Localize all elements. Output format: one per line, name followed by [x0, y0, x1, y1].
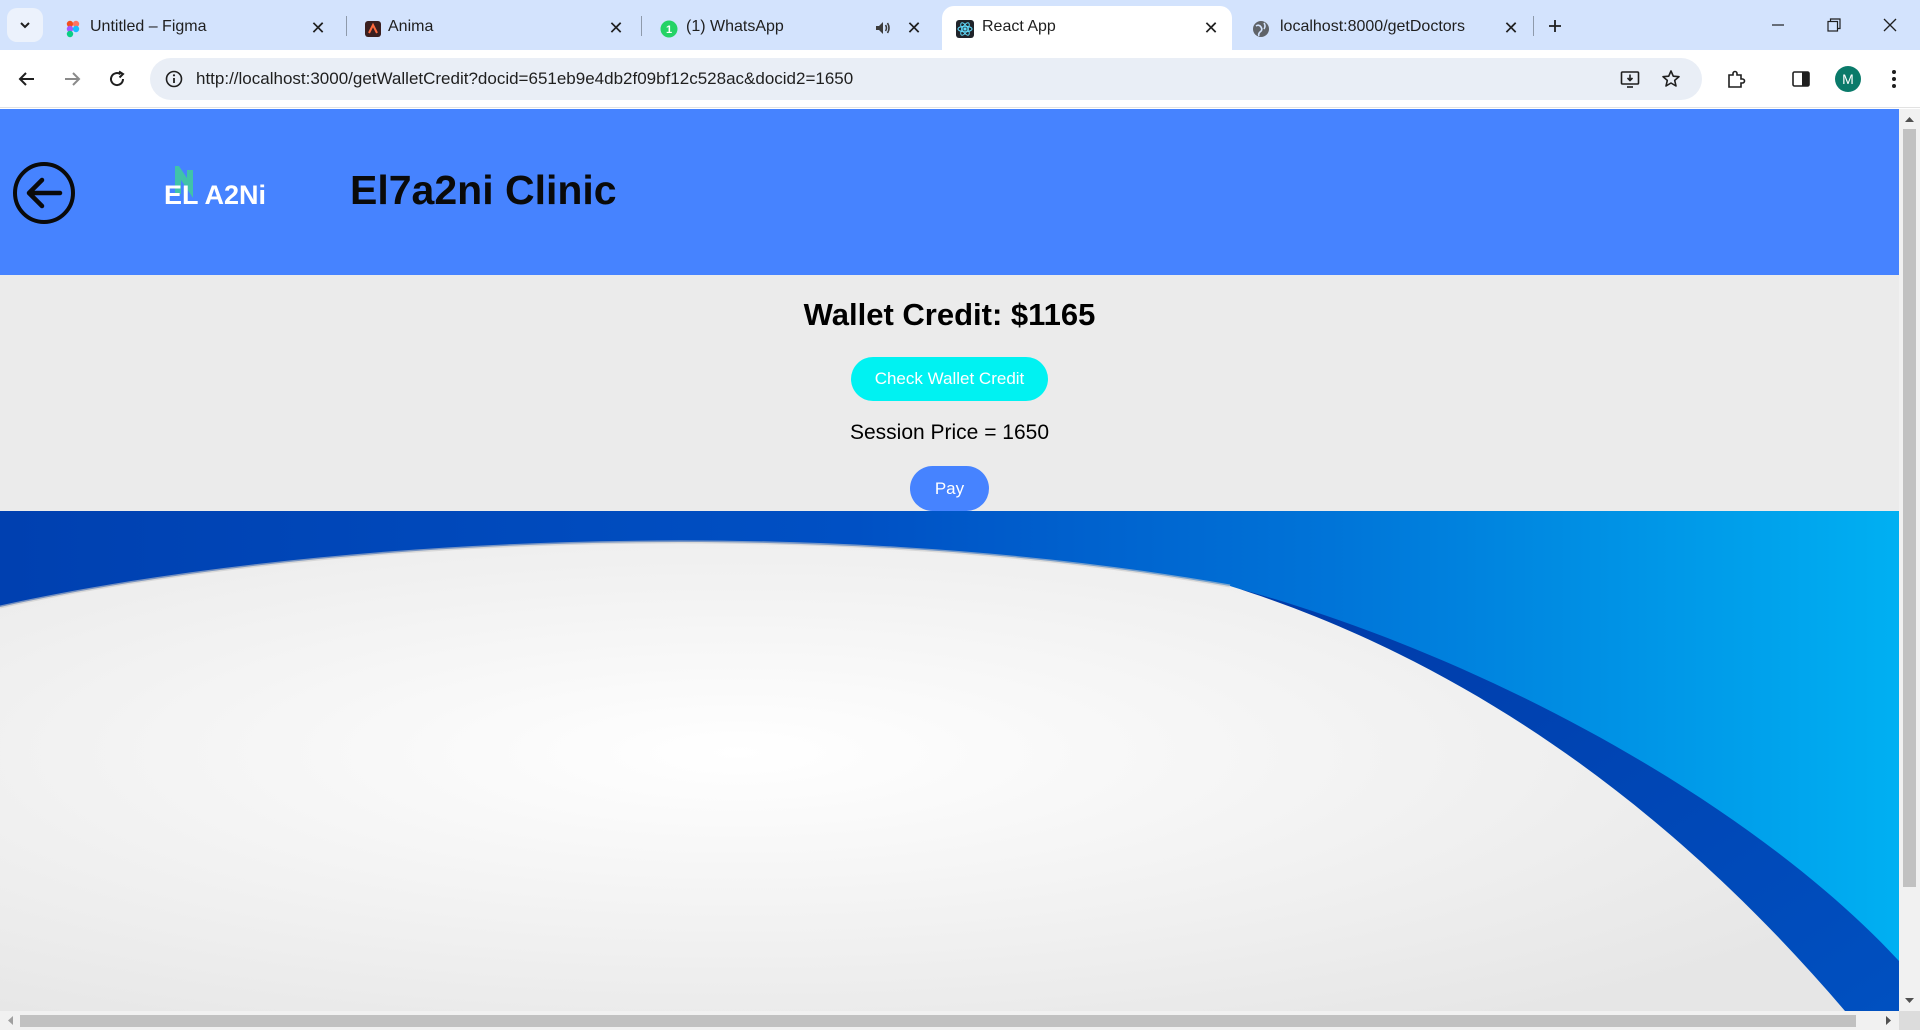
restore-button[interactable] [1806, 0, 1862, 50]
minimize-icon [1772, 24, 1784, 26]
anima-icon [365, 21, 381, 37]
back-arrow-icon[interactable] [12, 161, 76, 225]
arrow-left-icon [18, 72, 34, 86]
chevron-down-icon [20, 22, 30, 29]
minimize-button[interactable] [1750, 0, 1806, 50]
session-price-text: Session Price = 1650 [849, 421, 1050, 444]
tab-title: (1) WhatsApp [686, 18, 784, 35]
star-icon [1662, 70, 1680, 87]
url-text[interactable]: http://localhost:3000/getWalletCredit?do… [196, 69, 853, 89]
tab-divider [641, 16, 642, 36]
window-close-button[interactable] [1862, 0, 1918, 50]
figma-icon [66, 20, 80, 38]
background-wave-image [0, 511, 1899, 1011]
pay-button[interactable]: Pay [910, 466, 989, 511]
puzzle-icon [1728, 70, 1746, 88]
logo-text: EL A2Ni [164, 180, 267, 210]
vertical-scrollbar[interactable] [1899, 109, 1920, 1011]
tab-whatsapp[interactable]: 1 (1) WhatsApp ✕ [646, 6, 936, 50]
install-app-button[interactable] [1617, 66, 1643, 92]
vertical-scroll-thumb[interactable] [1903, 129, 1916, 887]
browser-toolbar: http://localhost:3000/getWalletCredit?do… [0, 50, 1920, 108]
close-icon[interactable]: ✕ [307, 17, 329, 39]
tab-divider [346, 16, 347, 36]
tab-title: localhost:8000/getDoctors [1280, 18, 1465, 35]
close-icon[interactable]: ✕ [903, 17, 925, 39]
address-bar[interactable]: http://localhost:3000/getWalletCredit?do… [150, 58, 1702, 100]
wallet-section: Wallet Credit: $1165 Check Wallet Credit… [0, 275, 1899, 511]
clinic-logo[interactable]: EL A2Ni [164, 164, 274, 214]
site-header: EL A2Ni El7a2ni Clinic [0, 109, 1899, 275]
globe-icon [1253, 21, 1269, 37]
tab-figma[interactable]: Untitled – Figma ✕ [50, 6, 340, 50]
new-tab-button[interactable] [1542, 13, 1568, 39]
wallet-credit-heading: Wallet Credit: $1165 [803, 297, 1096, 332]
scroll-left-icon[interactable] [5, 1015, 16, 1026]
tab-search-button[interactable] [7, 8, 43, 42]
arrow-right-icon [65, 72, 81, 86]
tab-title: React App [982, 18, 1056, 35]
install-icon [1620, 71, 1640, 88]
scroll-up-icon[interactable] [1904, 114, 1915, 125]
profile-avatar[interactable]: M [1835, 66, 1861, 92]
close-icon[interactable]: ✕ [1500, 17, 1522, 39]
restore-icon [1827, 18, 1841, 32]
info-icon [165, 70, 183, 88]
reload-icon [110, 70, 125, 87]
tab-react-app[interactable]: React App ✕ [942, 6, 1232, 50]
whatsapp-icon: 1 [660, 20, 678, 38]
extensions-button[interactable] [1719, 62, 1753, 96]
forward-button[interactable] [55, 62, 89, 96]
tab-title: Anima [388, 18, 434, 35]
tab-anima[interactable]: Anima ✕ [350, 6, 640, 50]
speaker-icon[interactable] [872, 17, 894, 39]
more-vert-icon [1892, 70, 1896, 88]
page-viewport: EL A2Ni El7a2ni Clinic Wallet Credit: $1… [0, 109, 1899, 1011]
close-icon [1883, 18, 1897, 32]
svg-text:1: 1 [666, 24, 672, 36]
tab-divider [1533, 16, 1534, 36]
react-icon [956, 20, 974, 38]
plus-icon [1549, 20, 1561, 32]
scroll-down-icon[interactable] [1904, 995, 1915, 1006]
side-panel-button[interactable] [1784, 62, 1818, 96]
horizontal-scroll-thumb[interactable] [20, 1015, 1856, 1027]
page-title: El7a2ni Clinic [350, 167, 617, 213]
tab-strip: Untitled – Figma ✕ Anima ✕ 1 (1) WhatsAp… [0, 0, 1920, 50]
close-icon[interactable]: ✕ [1200, 17, 1222, 39]
horizontal-scrollbar[interactable] [0, 1011, 1899, 1030]
bookmark-button[interactable] [1658, 66, 1684, 92]
avatar-initial: M [1842, 71, 1854, 87]
site-info-button[interactable] [160, 65, 188, 93]
menu-button[interactable] [1877, 62, 1911, 96]
reload-button[interactable] [100, 62, 134, 96]
back-button[interactable] [10, 62, 44, 96]
check-wallet-credit-button[interactable]: Check Wallet Credit [851, 357, 1048, 401]
side-panel-icon [1792, 71, 1810, 87]
scrollbar-corner [1899, 1011, 1920, 1030]
tab-get-doctors[interactable]: localhost:8000/getDoctors ✕ [1238, 6, 1528, 50]
close-icon[interactable]: ✕ [605, 17, 627, 39]
scroll-right-icon[interactable] [1883, 1015, 1894, 1026]
tab-title: Untitled – Figma [90, 18, 207, 35]
